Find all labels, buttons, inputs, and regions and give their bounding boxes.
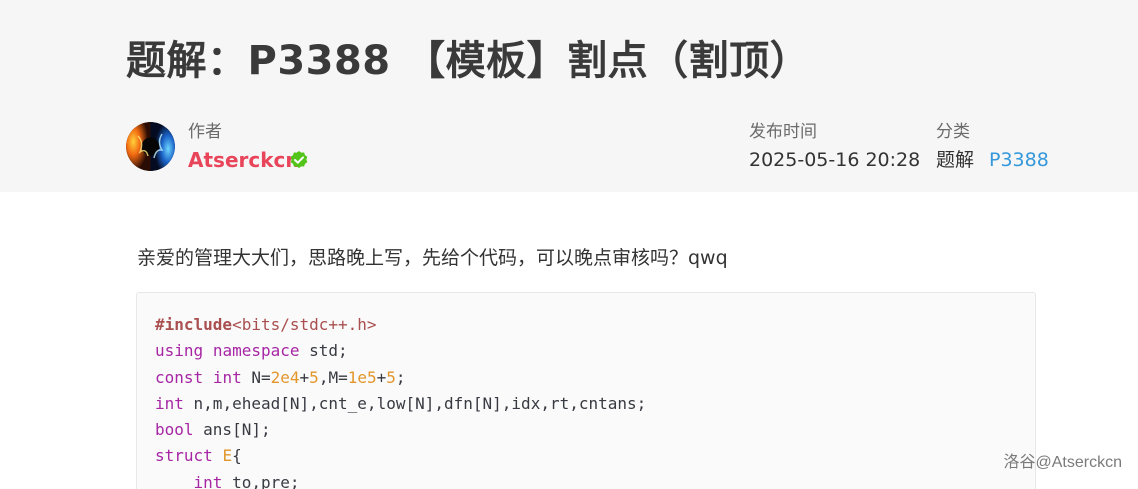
code-line: bool ans[N]; bbox=[155, 417, 1017, 443]
code-line: #include<bits/stdc++.h> bbox=[155, 312, 1017, 338]
category-value: 题解 bbox=[936, 149, 975, 171]
code-token: n,m,ehead[N],cnt_e,low[N],dfn[N],idx,rt,… bbox=[183, 393, 647, 413]
code-line: using namespace std; bbox=[155, 338, 1017, 364]
category-label: 分类 bbox=[936, 122, 970, 142]
code-token-cls: E bbox=[222, 446, 233, 466]
code-token-kw: int bbox=[193, 472, 223, 489]
code-token-num: 2e4 bbox=[270, 367, 300, 387]
code-token-kw: bool bbox=[155, 420, 194, 440]
code-token: { bbox=[232, 446, 242, 466]
code-token-kw: int bbox=[212, 367, 242, 387]
code-token: N= bbox=[241, 367, 271, 387]
code-token-kw: const bbox=[155, 367, 204, 387]
page-title: 题解：P3388 【模板】割点（割顶） bbox=[126, 38, 811, 84]
author-name-link[interactable]: Atserckcn bbox=[188, 147, 300, 173]
code-token-str: <bits/stdc++.h> bbox=[232, 315, 377, 334]
author-label: 作者 bbox=[188, 122, 222, 142]
code-token: + bbox=[299, 367, 310, 387]
code-line: int n,m,ehead[N],cnt_e,low[N],dfn[N],idx… bbox=[155, 391, 1017, 417]
article-page: 题解：P3388 【模板】割点（割顶） 作者 Atserckcn 发布时间 20… bbox=[0, 0, 1138, 489]
code-line: struct E{ bbox=[155, 443, 1017, 469]
code-token-kw: int bbox=[155, 393, 184, 413]
author-avatar[interactable] bbox=[126, 122, 175, 171]
code-token: + bbox=[376, 367, 387, 387]
code-token: ans[N]; bbox=[193, 420, 271, 440]
code-token-kw: struct bbox=[155, 446, 213, 466]
code-token-num: 5 bbox=[309, 367, 319, 387]
code-token-num: 1e5 bbox=[347, 367, 377, 387]
code-token-num: 5 bbox=[386, 367, 396, 387]
code-line: int to,pre; bbox=[155, 470, 1017, 489]
published-value: 2025-05-16 20:28 bbox=[749, 149, 921, 171]
problem-tag-link[interactable]: P3388 bbox=[989, 147, 1049, 173]
code-block[interactable]: #include<bits/stdc++.h> using namespace s… bbox=[136, 292, 1036, 489]
code-line: const int N=2e4+5,M=1e5+5; bbox=[155, 365, 1017, 391]
code-token-inc: #include bbox=[155, 315, 233, 334]
article-header: 题解：P3388 【模板】割点（割顶） 作者 Atserckcn 发布时间 20… bbox=[0, 0, 1138, 192]
article-intro: 亲爱的管理大大们，思路晚上写，先给个代码，可以晚点审核吗？qwq bbox=[137, 247, 728, 269]
code-token: std; bbox=[299, 341, 348, 361]
code-token-kw: using bbox=[155, 341, 204, 361]
avatar-image bbox=[126, 122, 175, 171]
code-token: ; bbox=[395, 367, 406, 387]
published-label: 发布时间 bbox=[749, 122, 817, 142]
code-token: ,M= bbox=[318, 367, 348, 387]
code-token: to,pre; bbox=[222, 472, 300, 489]
code-token-kw: namespace bbox=[212, 341, 300, 361]
watermark: 洛谷@Atserckcn bbox=[1003, 454, 1123, 471]
verified-check-icon bbox=[290, 151, 308, 168]
